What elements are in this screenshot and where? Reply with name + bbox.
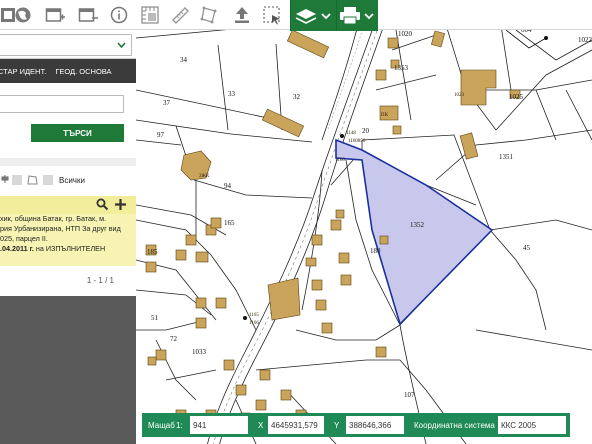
parcel-label[interactable]: 1351 xyxy=(499,153,514,161)
parcel-label[interactable]: 1022 xyxy=(578,36,592,44)
y-coordinate-field[interactable]: 388646,366 xyxy=(346,416,404,434)
remove-window-icon[interactable] xyxy=(75,2,101,28)
map-marker-icon xyxy=(544,36,548,40)
ruler-icon[interactable] xyxy=(167,2,193,28)
results-header xyxy=(0,196,136,214)
parcel-label[interactable]: 94 xyxy=(224,182,232,190)
polygon-icon[interactable] xyxy=(196,2,222,28)
parcel-label[interactable]: 1148 xyxy=(346,131,356,136)
x-label: X xyxy=(258,420,264,430)
chevron-down-icon xyxy=(117,42,126,49)
result-line: 025, парцел II. xyxy=(0,234,48,243)
parcel-label[interactable]: 32 xyxy=(293,93,301,101)
building-label: 1160850 xyxy=(348,139,366,144)
result-line-status: .04.2011 г. на ИЗПЪЛНИТЕЛЕН xyxy=(0,244,136,254)
search-button[interactable]: ТЪРСИ xyxy=(31,124,124,142)
select-region-icon[interactable] xyxy=(259,2,285,28)
selected-parcel[interactable] xyxy=(335,138,494,326)
parcel-label[interactable]: 45 xyxy=(523,244,531,252)
parcel-label[interactable]: 33 xyxy=(228,90,236,98)
parcel-label[interactable]: 1352 xyxy=(410,221,425,229)
results-panel: хик, община Батак, гр. Батак, м. рия Урб… xyxy=(0,196,136,296)
layer-filter-row: Всички xyxy=(0,166,136,196)
add-window-icon[interactable] xyxy=(42,2,68,28)
parcel-label[interactable]: 1165 xyxy=(249,313,259,318)
map-canvas[interactable]: 34 33 32 37 97 94 165 185 51 72 1033 107… xyxy=(136,30,592,444)
result-line: рия Урбанизирана, НТП За друг вид xyxy=(0,224,121,233)
result-count: 1 - 1 / 1 xyxy=(86,276,114,285)
building-label: ПК xyxy=(381,113,389,118)
main-toolbar xyxy=(0,0,592,31)
x-coordinate-field[interactable]: 4645931,579 xyxy=(268,416,324,434)
result-date: .04.2011 г. xyxy=(0,244,34,253)
parcel-label[interactable]: 1166 xyxy=(249,321,259,326)
layer-all-checkbox[interactable] xyxy=(43,175,53,185)
result-item[interactable]: хик, община Батак, гр. Батак, м. рия Урб… xyxy=(0,214,136,266)
left-panel: СТАР ИДЕНТ. ГЕОД. ОСНОВА ТЪРСИ Всички хи… xyxy=(0,30,136,444)
y-label: Y xyxy=(334,420,340,430)
layer-switch-button[interactable] xyxy=(290,0,336,31)
tab-old-ident[interactable]: СТАР ИДЕНТ. xyxy=(0,67,46,76)
parcel-label[interactable]: 1033 xyxy=(192,348,207,356)
upload-icon[interactable] xyxy=(229,2,255,28)
search-input[interactable] xyxy=(0,95,124,113)
cadastral-map[interactable]: 34 33 32 37 97 94 165 185 51 72 1033 107… xyxy=(136,30,592,444)
crs-dropdown[interactable]: ККС 2005 xyxy=(498,416,566,434)
layer-toggle-box[interactable] xyxy=(12,175,22,185)
parcel-label[interactable]: 72 xyxy=(170,335,178,343)
add-icon[interactable] xyxy=(114,198,127,211)
stack-layers-icon xyxy=(295,8,331,24)
survey-point-icon[interactable] xyxy=(340,134,344,138)
print-button[interactable] xyxy=(336,0,378,31)
survey-point-icon[interactable] xyxy=(243,316,247,320)
parcel-label[interactable]: 1353 xyxy=(394,64,409,72)
parcel-label[interactable]: 20 xyxy=(362,127,370,135)
measure-area-icon[interactable] xyxy=(137,2,163,28)
search-icon[interactable] xyxy=(96,198,109,211)
pin-icon[interactable] xyxy=(0,174,10,186)
result-line: хик, община Батак, гр. Батак, м. xyxy=(0,214,107,223)
parcel-label[interactable]: 107 xyxy=(404,391,415,399)
coordinates-statusbar: Мащаб 1: 941 X 4645931,579 Y 388646,366 … xyxy=(142,413,570,437)
layer-all-label: Всички xyxy=(59,176,85,185)
search-type-dropdown[interactable] xyxy=(0,34,132,56)
result-status: ИЗПЪЛНИТЕЛЕН xyxy=(45,244,106,253)
parcel-shape-icon[interactable] xyxy=(27,174,39,186)
scale-prefix: 1: xyxy=(176,420,183,430)
parcel-label[interactable]: 1160 xyxy=(335,158,345,163)
search-form: ТЪРСИ xyxy=(0,83,136,158)
tab-geodetic-base[interactable]: ГЕОД. ОСНОВА xyxy=(46,67,111,76)
search-tabs: СТАР ИДЕНТ. ГЕОД. ОСНОВА xyxy=(0,59,136,83)
panel-header xyxy=(0,30,136,59)
panel-divider xyxy=(0,158,136,166)
parcel-label[interactable]: 51 xyxy=(151,314,159,322)
crs-label: Координатна система xyxy=(414,420,495,430)
parcel-label[interactable]: 34 xyxy=(180,56,188,64)
crs-value: ККС 2005 xyxy=(501,420,537,430)
scale-input[interactable]: 941 xyxy=(190,416,248,434)
parcel-label[interactable]: 1025 xyxy=(509,93,524,101)
globe-icon[interactable] xyxy=(10,2,36,28)
parcel-label[interactable]: 97 xyxy=(157,131,165,139)
parcel-label[interactable]: 37 xyxy=(163,99,171,107)
parcel-label[interactable]: 185 xyxy=(147,248,158,256)
scale-label: Мащаб xyxy=(148,420,175,430)
parcel-label[interactable]: 165 xyxy=(224,219,235,227)
parcel-label[interactable]: 604 xyxy=(521,30,532,34)
result-connector: на xyxy=(33,244,46,253)
info-icon[interactable] xyxy=(106,2,132,28)
printer-icon xyxy=(339,6,374,24)
parcel-label[interactable]: 1023 xyxy=(454,93,465,98)
parcel-label[interactable]: 180 xyxy=(370,247,381,255)
cadastral-map-app: СТАР ИДЕНТ. ГЕОД. ОСНОВА ТЪРСИ Всички хи… xyxy=(0,0,592,444)
building-label: 2ЖК xyxy=(199,174,210,179)
parcel-label[interactable]: 1020 xyxy=(398,30,413,38)
